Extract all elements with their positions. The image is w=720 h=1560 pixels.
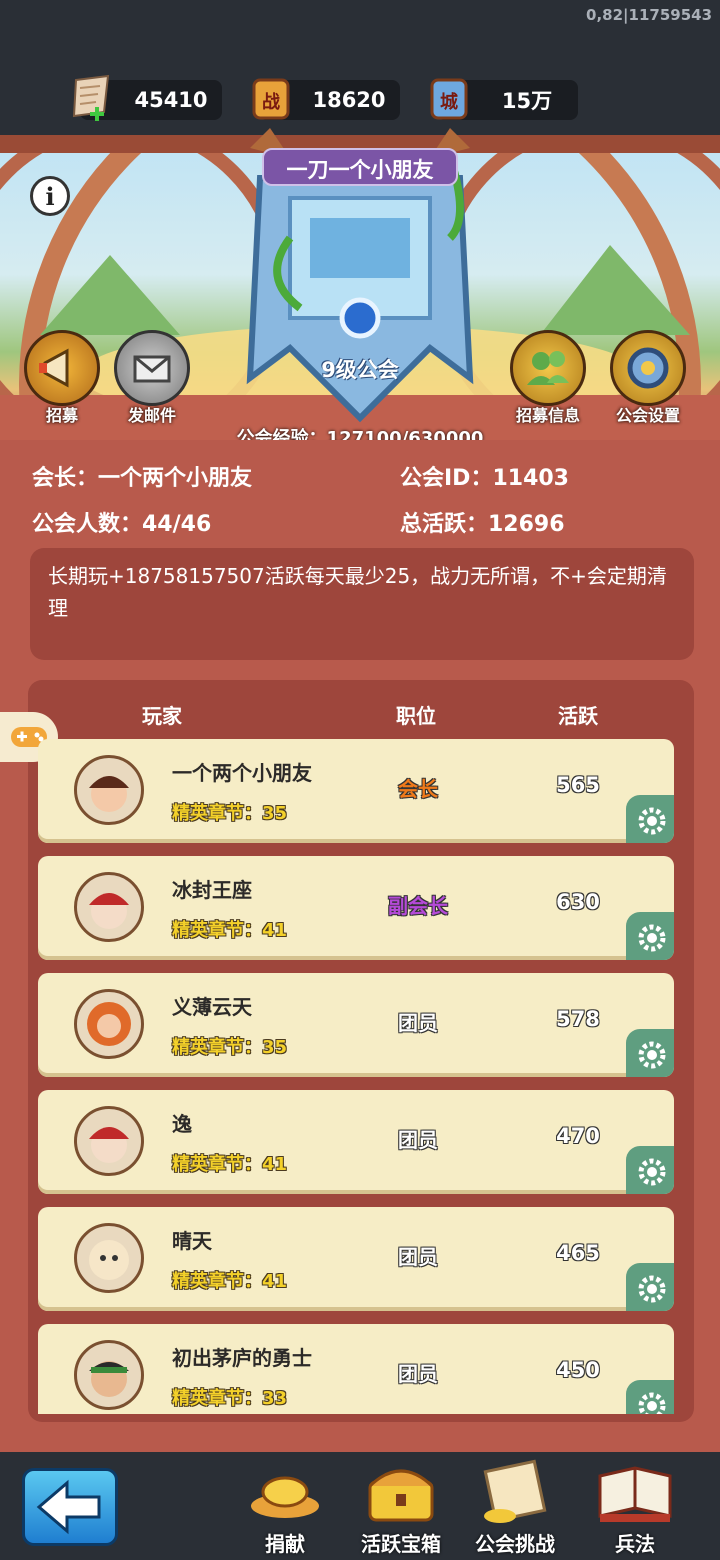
gear-icon [627,347,669,389]
gear-icon [638,924,666,952]
gold-ingot-icon [251,1476,319,1518]
member-chapter: 精英章节：33 [172,1388,288,1409]
member-name: 一个两个小朋友 [172,761,312,785]
member-activity: 465 [556,1241,600,1265]
member-chapter: 精英章节：41 [172,1154,288,1175]
member-activity: 578 [556,1007,600,1031]
member-name: 初出茅庐的勇士 [172,1346,312,1370]
member-settings-button[interactable] [626,1029,674,1077]
member-name: 逸 [172,1112,192,1136]
avatar [74,989,144,1059]
book-icon [598,1466,672,1522]
member-row[interactable]: 初出茅庐的勇士 精英章节：33 团员 450 [38,1324,674,1414]
guild-challenge-button[interactable] [470,1456,560,1528]
member-settings-button[interactable] [626,1146,674,1194]
guild-settings-label: 公会设置 [615,406,680,425]
recruit-info-button[interactable] [510,330,586,406]
back-arrow-icon [36,1479,101,1535]
resource-battle[interactable]: 战 18620 [252,78,400,120]
member-activity: 630 [556,890,600,914]
member-settings-button[interactable] [626,912,674,960]
avatar [74,872,144,942]
member-chapter: 精英章节：35 [172,803,288,824]
resource-scroll[interactable]: 45410 [72,74,222,121]
guild-name: 一刀一个小朋友 [286,158,434,182]
gear-icon [638,807,666,835]
gear-icon [638,1158,666,1186]
city-seal-glyph: 城 [440,91,458,113]
member-name: 晴天 [172,1229,212,1253]
member-chapter: 精英章节：35 [172,1037,288,1058]
member-row-clip: 初出茅庐的勇士 精英章节：33 团员 450 [38,1324,674,1414]
member-chapter: 精英章节：41 [172,920,288,941]
scroll-hand-icon [72,74,110,121]
guild-member-count: 公会人数：44/46 [32,512,212,537]
guild-leader: 会长：一个两个小朋友 [32,466,253,491]
member-settings-button[interactable] [626,795,674,843]
megaphone-icon [39,348,69,388]
resource-value: 18620 [312,88,386,112]
member-activity: 565 [556,773,600,797]
avatar [74,755,144,825]
avatar [74,1106,144,1176]
resource-value: 15万 [501,89,553,113]
tactics-button[interactable] [590,1456,680,1528]
gear-icon [638,1392,666,1414]
treasure-chest-icon [368,1469,434,1522]
resource-value: 45410 [134,88,208,112]
debug-readout: 0,82|11759543 [586,6,712,24]
member-row[interactable]: 义薄云天 精英章节：35 团员 578 [38,973,674,1077]
battle-seal-glyph: 战 [262,92,280,113]
member-row[interactable]: 一个两个小朋友 精英章节：35 会长 565 [38,739,674,843]
send-mail-button[interactable] [114,330,190,406]
guild-settings-button[interactable] [610,330,686,406]
gear-icon [638,1275,666,1303]
back-button[interactable] [22,1468,118,1546]
member-activity: 470 [556,1124,600,1148]
send-mail-label: 发邮件 [127,406,176,425]
guild-announcement: 长期玩+18758157507活跃每天最少25，战力无所谓，不+会定期清理 [48,564,667,620]
info-icon[interactable]: i [30,176,70,216]
guild-total-activity: 总活跃：12696 [400,512,565,537]
member-role: 团员 [398,1011,438,1035]
member-role: 团员 [398,1245,438,1269]
mail-icon [133,355,171,383]
avatar [74,1223,144,1293]
member-settings-button[interactable] [626,1263,674,1311]
member-row[interactable]: 逸 精英章节：41 团员 470 [38,1090,674,1194]
recruit-button[interactable] [24,330,100,406]
member-role: 会长 [398,777,438,801]
recruit-label: 招募 [45,406,78,425]
column-header-position: 职位 [396,704,436,728]
member-name: 义薄云天 [172,995,252,1019]
member-chapter: 精英章节：41 [172,1271,288,1292]
column-header-player: 玩家 [142,704,182,728]
guild-level: 9级公会 [321,358,399,382]
member-role: 团员 [398,1128,438,1152]
guild-id: 公会ID：11403 [400,466,569,491]
donate-label: 捐献 [265,1532,305,1556]
member-role: 团员 [398,1362,438,1386]
activity-chest-button[interactable] [356,1456,446,1528]
recruit-info-label: 招募信息 [515,406,580,425]
member-row[interactable]: 晴天 精英章节：41 团员 465 [38,1207,674,1311]
gear-icon [638,1041,666,1069]
scroll-icon [483,1459,547,1523]
member-settings-button[interactable] [626,1380,674,1414]
people-icon [527,351,569,385]
activity-chest-label: 活跃宝箱 [361,1532,441,1556]
column-header-activity: 活跃 [558,704,598,728]
resource-city[interactable]: 城 15万 [430,78,578,120]
tactics-label: 兵法 [615,1532,655,1556]
member-activity: 450 [556,1358,600,1382]
member-row[interactable]: 冰封王座 精英章节：41 副会长 630 [38,856,674,960]
avatar [74,1340,144,1410]
member-name: 冰封王座 [172,878,252,902]
donate-button[interactable] [240,1456,330,1528]
guild-challenge-label: 公会挑战 [475,1532,555,1556]
member-role: 副会长 [388,894,448,918]
